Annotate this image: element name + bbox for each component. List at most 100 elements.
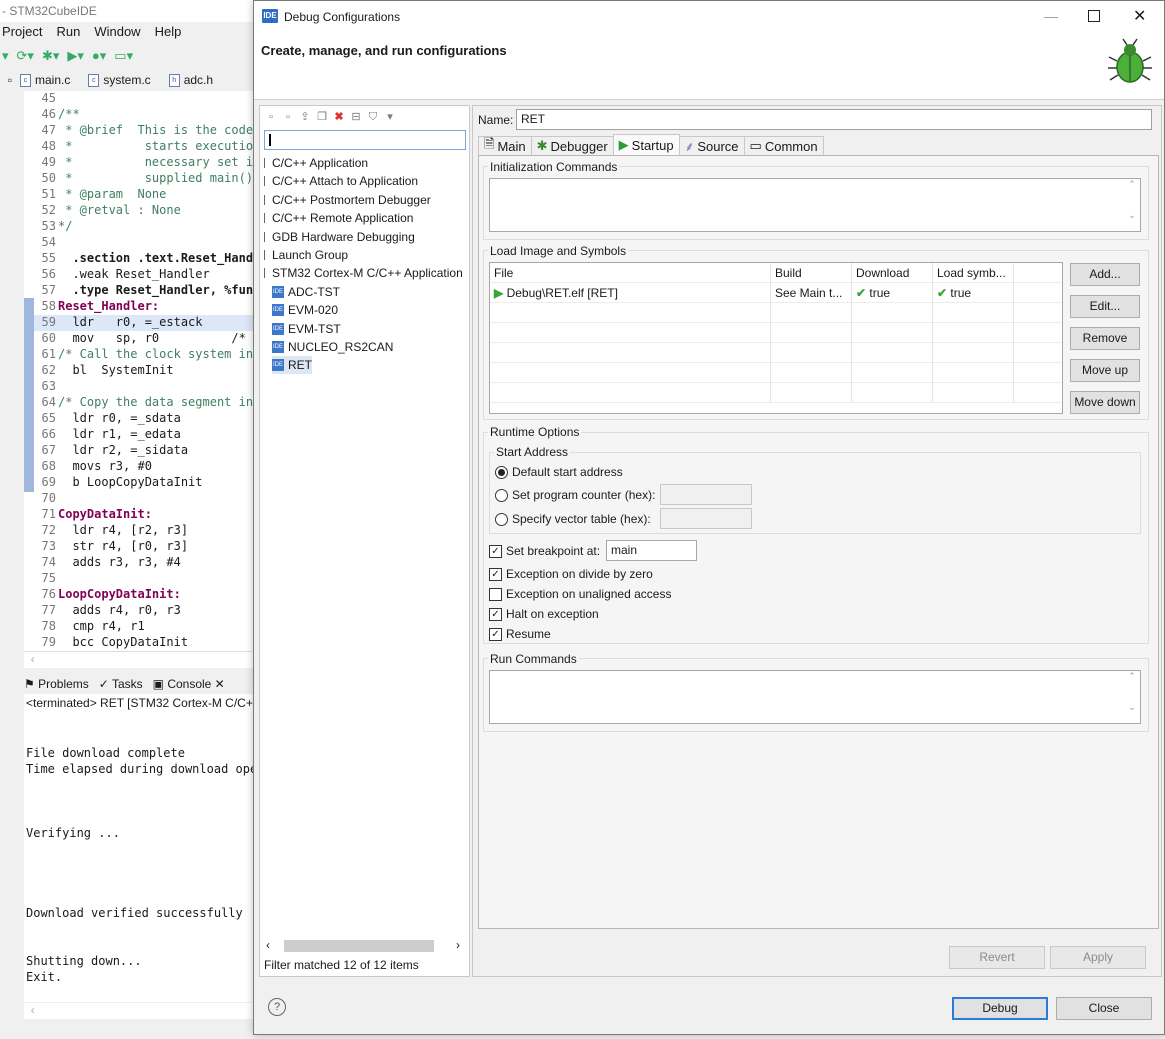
- name-input[interactable]: RET: [516, 109, 1152, 130]
- tab-adc-h[interactable]: h adc.h: [168, 73, 213, 87]
- new-config-icon[interactable]: ▫: [264, 110, 278, 124]
- tab-main-c[interactable]: c main.c: [20, 73, 70, 87]
- tab-problems[interactable]: ⚑ Problems: [24, 677, 89, 691]
- column-load-symbols[interactable]: Load symb...: [932, 263, 1014, 283]
- apply-button[interactable]: Apply: [1050, 946, 1146, 969]
- runtime-checkbox[interactable]: ✓ Resume: [489, 627, 551, 641]
- tab-system-c[interactable]: c system.c: [88, 73, 151, 87]
- move-up-button[interactable]: Move up: [1070, 359, 1140, 382]
- tree-item-config[interactable]: IDE RET: [272, 356, 312, 375]
- code-line: 55 .section .text.Reset_Hand: [24, 251, 260, 267]
- ide-toolbar: ▾ ⟳▾ ✱▾ ▶▾ ●▾ ▭▾: [0, 46, 260, 66]
- radio-default-start[interactable]: Default start address: [495, 465, 623, 479]
- new-file-icon[interactable]: ▾: [2, 48, 9, 64]
- debug-button[interactable]: Debug: [952, 997, 1048, 1020]
- code-text: /**: [58, 107, 80, 121]
- duplicate-icon[interactable]: ❐: [315, 110, 329, 124]
- add-button[interactable]: Add...: [1070, 263, 1140, 286]
- chevron-down-icon[interactable]: ▾: [383, 110, 397, 124]
- remove-button[interactable]: Remove: [1070, 327, 1140, 350]
- filter-icon[interactable]: ⛉: [366, 110, 380, 124]
- gutter-marker: [24, 298, 34, 492]
- tree-item-config[interactable]: IDE EVM-TST: [272, 320, 341, 338]
- launch-type-icon: [264, 176, 268, 187]
- tab-tasks[interactable]: ✓ Tasks: [99, 677, 143, 691]
- menu-window[interactable]: Window: [94, 24, 140, 44]
- breakpoint-checkbox[interactable]: ✓ Set breakpoint at:: [489, 544, 600, 558]
- tree-item-config[interactable]: IDE NUCLEO_RS2CAN: [272, 338, 393, 356]
- table-row[interactable]: ▶ Debug\RET.elf [RET] See Main t... ✔ tr…: [490, 282, 1062, 303]
- scroll-thumb[interactable]: [284, 940, 434, 952]
- move-down-button[interactable]: Move down: [1070, 391, 1140, 414]
- tree-hscroll[interactable]: ‹ ›: [264, 938, 466, 954]
- textarea-scrollbar[interactable]: ⌃ ⌄: [1124, 179, 1140, 231]
- line-number: 52: [41, 203, 56, 217]
- editor-hscroll[interactable]: ‹: [24, 651, 260, 668]
- collapse-all-icon[interactable]: ⊟: [349, 110, 363, 124]
- tab-source[interactable]: ⸙ Source: [678, 136, 745, 155]
- load-image-table[interactable]: File Build Download Load symb... ▶ Debug…: [489, 262, 1063, 414]
- new-prototype-icon[interactable]: ▫: [281, 110, 295, 124]
- menu-project[interactable]: Project: [2, 24, 42, 44]
- edit-button[interactable]: Edit...: [1070, 295, 1140, 318]
- tree-item-category[interactable]: C/C++ Attach to Application: [264, 172, 418, 190]
- filter-input[interactable]: [264, 130, 466, 150]
- open-folder-icon[interactable]: ▭▾: [114, 48, 133, 64]
- tree-item-category[interactable]: C/C++ Application: [264, 154, 368, 172]
- menu-help[interactable]: Help: [155, 24, 182, 44]
- code-text: .weak Reset_Handler: [58, 267, 210, 281]
- code-line: 47 * @brief This is the code: [24, 123, 260, 139]
- run-commands-textarea[interactable]: ⌃ ⌄: [489, 670, 1141, 724]
- tab-console[interactable]: ▣ Console ✕: [153, 677, 225, 691]
- code-line: 54: [24, 235, 260, 251]
- tree-item-category[interactable]: STM32 Cortex-M C/C++ Application: [264, 264, 463, 282]
- tab-common[interactable]: ▭ Common: [743, 136, 824, 155]
- tree-item-category[interactable]: GDB Hardware Debugging: [264, 228, 415, 246]
- close-button[interactable]: Close: [1056, 997, 1152, 1020]
- runtime-checkbox[interactable]: ✓ Halt on exception: [489, 607, 599, 621]
- code-editor[interactable]: 45 46/** 47 * @brief This is the code 48 * …: [24, 91, 260, 651]
- help-icon[interactable]: ?: [268, 998, 286, 1016]
- column-file[interactable]: File: [490, 263, 771, 283]
- minimize-icon[interactable]: —: [1044, 8, 1058, 24]
- chevron-left-icon[interactable]: ‹: [266, 938, 270, 952]
- runtime-checkbox[interactable]: Exception on unaligned access: [489, 587, 671, 601]
- tab-startup[interactable]: ▶ Startup: [612, 134, 680, 155]
- column-download[interactable]: Download: [851, 263, 933, 283]
- code-line: 71 CopyDataInit:: [24, 507, 260, 523]
- console-hscroll[interactable]: ‹: [24, 1003, 260, 1019]
- minimize-icon[interactable]: ▫: [0, 73, 20, 87]
- delete-icon[interactable]: ✖: [332, 110, 346, 124]
- code-line: 53 */: [24, 219, 260, 235]
- vector-table-field[interactable]: [660, 508, 752, 529]
- init-commands-textarea[interactable]: ⌃ ⌄: [489, 178, 1141, 232]
- load-image-label: Load Image and Symbols: [488, 244, 629, 258]
- refresh-icon[interactable]: ⟳▾: [17, 48, 34, 64]
- line-number: 75: [41, 571, 56, 585]
- program-counter-field[interactable]: [660, 484, 752, 505]
- code-text: * @retval : None: [58, 203, 181, 217]
- tab-main[interactable]: 🗎 Main: [478, 136, 532, 155]
- tree-item-category[interactable]: Launch Group: [264, 246, 348, 264]
- radio-program-counter[interactable]: Set program counter (hex):: [495, 488, 655, 502]
- maximize-icon[interactable]: [1088, 10, 1100, 22]
- export-icon[interactable]: ⇪: [298, 110, 312, 124]
- close-icon[interactable]: ✕: [1133, 6, 1146, 26]
- menu-run[interactable]: Run: [56, 24, 80, 44]
- external-tools-icon[interactable]: ●▾: [92, 48, 106, 64]
- revert-button[interactable]: Revert: [949, 946, 1045, 969]
- tree-item-config[interactable]: IDE ADC-TST: [272, 283, 340, 301]
- chevron-right-icon[interactable]: ›: [456, 938, 460, 952]
- checkbox-indicator: ✓: [489, 567, 502, 581]
- debug-icon[interactable]: ✱▾: [42, 48, 59, 64]
- run-icon[interactable]: ▶▾: [67, 48, 84, 64]
- tab-debugger[interactable]: ✱ Debugger: [530, 136, 614, 155]
- column-build[interactable]: Build: [770, 263, 852, 283]
- tree-item-config[interactable]: IDE EVM-020: [272, 301, 338, 319]
- runtime-checkbox[interactable]: ✓ Exception on divide by zero: [489, 567, 653, 581]
- tree-item-category[interactable]: C/C++ Remote Application: [264, 209, 413, 227]
- tree-item-category[interactable]: C/C++ Postmortem Debugger: [264, 191, 431, 209]
- breakpoint-input[interactable]: main: [606, 540, 697, 561]
- textarea-scrollbar[interactable]: ⌃ ⌄: [1124, 671, 1140, 723]
- radio-vector-table[interactable]: Specify vector table (hex):: [495, 512, 651, 526]
